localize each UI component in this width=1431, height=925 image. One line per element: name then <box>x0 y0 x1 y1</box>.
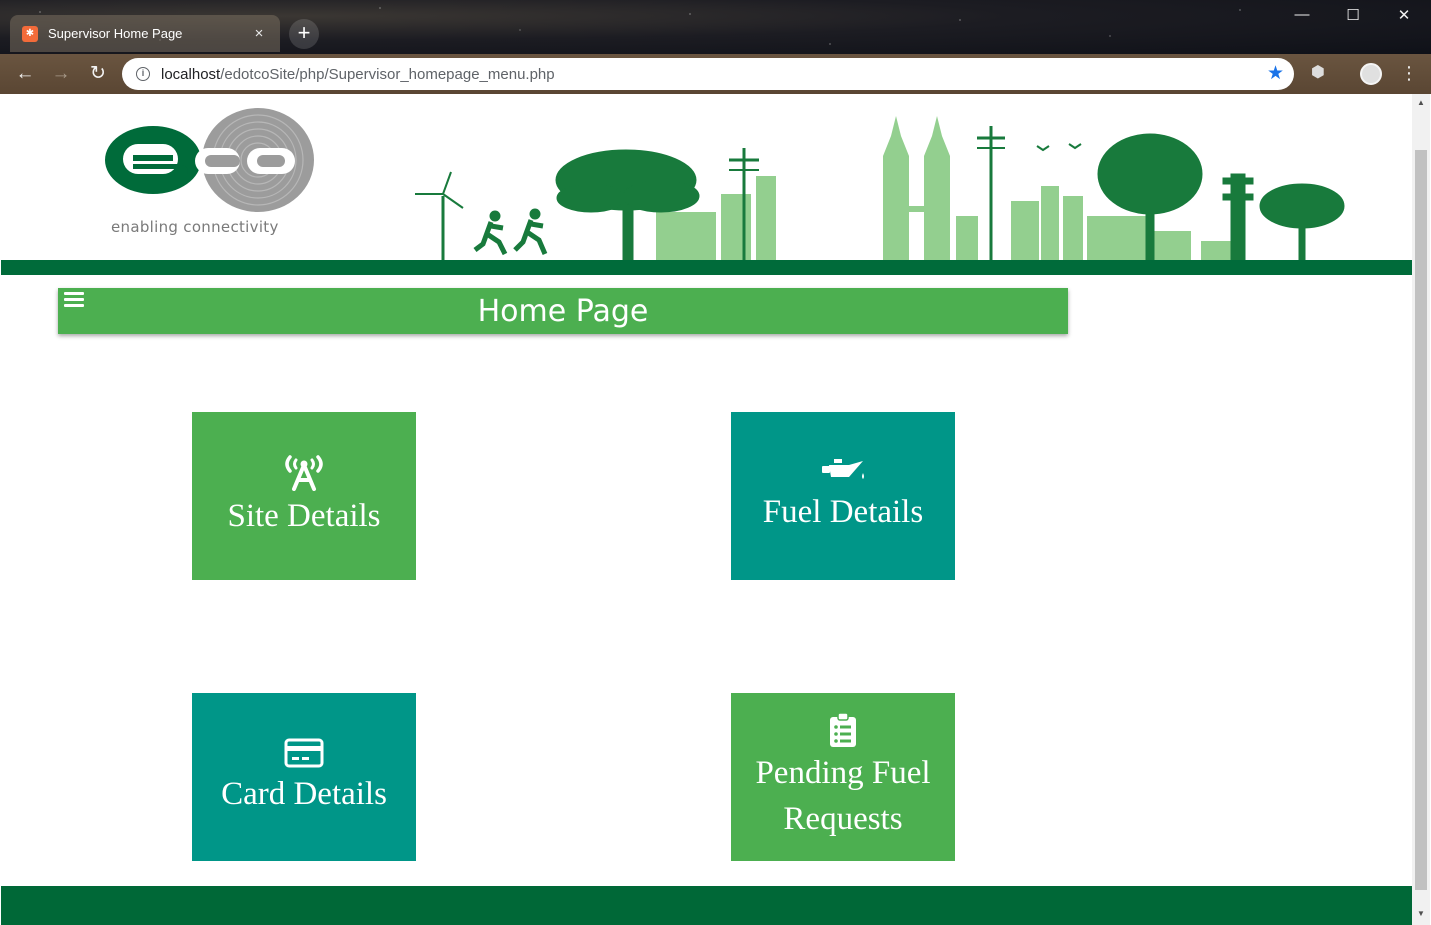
address-bar[interactable]: i localhost/edotcoSite/php/Supervisor_ho… <box>122 58 1294 90</box>
profile-avatar-icon[interactable] <box>1360 63 1382 85</box>
close-tab-icon[interactable]: × <box>250 25 268 42</box>
scroll-up-arrow-icon[interactable]: ▲ <box>1412 98 1430 107</box>
info-icon[interactable]: i <box>136 67 150 81</box>
back-arrow-icon[interactable]: ← <box>13 62 37 86</box>
credit-card-icon <box>284 738 324 768</box>
scrollbar-thumb[interactable] <box>1415 150 1427 890</box>
clipboard-list-icon <box>830 712 856 747</box>
browser-tab[interactable]: ✱ Supervisor Home Page × <box>10 15 280 52</box>
card-details-label: Card Details <box>221 776 387 812</box>
header-banner: enabling connectivity <box>1 94 1412 275</box>
pending-fuel-requests-tile[interactable]: Pending Fuel Requests <box>731 693 955 861</box>
page-title: Home Page <box>477 294 649 329</box>
page-footer <box>1 886 1412 925</box>
url-host: localhost <box>161 65 221 83</box>
browser-tab-strip: ✱ Supervisor Home Page × + — ☐ ✕ <box>0 0 1431 54</box>
minimize-button[interactable]: — <box>1287 6 1317 23</box>
fuel-details-tile[interactable]: Fuel Details <box>731 412 955 580</box>
url-path: /edotcoSite/php/Supervisor_homepage_menu… <box>220 65 555 83</box>
oil-can-icon <box>822 459 864 479</box>
tab-title: Supervisor Home Page <box>48 26 183 41</box>
pending-fuel-requests-label-line2: Requests <box>783 801 903 837</box>
chrome-menu-icon[interactable]: ⋮ <box>1400 60 1418 86</box>
page-viewport: enabling connectivity Home Page Site Det… <box>1 94 1412 925</box>
new-tab-button[interactable]: + <box>289 19 319 49</box>
fuel-details-label: Fuel Details <box>762 494 924 530</box>
site-details-tile[interactable]: Site Details <box>192 412 416 580</box>
url-text: localhost/edotcoSite/php/Supervisor_home… <box>161 66 555 83</box>
forward-arrow-icon[interactable]: → <box>49 62 73 86</box>
pending-fuel-requests-label-line1: Pending Fuel <box>755 755 931 791</box>
broadcast-tower-icon <box>285 455 323 491</box>
vertical-scrollbar[interactable]: ▲ ▼ <box>1412 94 1430 925</box>
site-details-label: Site Details <box>227 498 381 534</box>
logo-tagline: enabling connectivity <box>111 218 279 236</box>
maximize-button[interactable]: ☐ <box>1338 6 1368 24</box>
bookmark-star-icon[interactable]: ★ <box>1267 62 1284 85</box>
scroll-down-arrow-icon[interactable]: ▼ <box>1412 909 1430 918</box>
extension-cube-icon[interactable]: ⬢ <box>1311 62 1325 82</box>
xampp-icon: ✱ <box>22 25 38 42</box>
card-details-tile[interactable]: Card Details <box>192 693 416 861</box>
browser-toolbar: ← → ↻ i localhost/edotcoSite/php/Supervi… <box>0 54 1431 94</box>
header-stripe <box>1 260 1412 275</box>
reload-icon[interactable]: ↻ <box>86 62 110 86</box>
page-title-bar: Home Page <box>58 288 1068 334</box>
close-window-button[interactable]: ✕ <box>1389 6 1419 24</box>
eco-skyline-illustration <box>415 116 1345 262</box>
